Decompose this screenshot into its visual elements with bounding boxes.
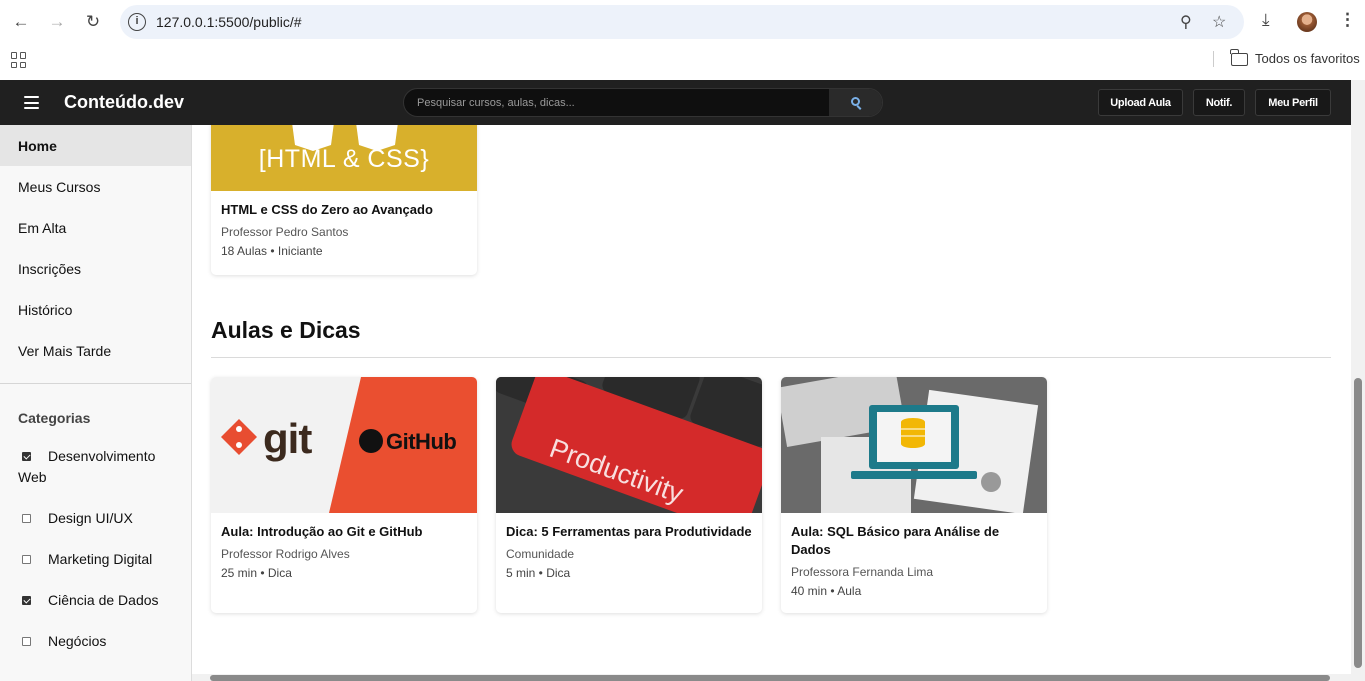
search-button[interactable] xyxy=(829,89,882,116)
category-label: Design UI/UX xyxy=(48,510,133,526)
notifications-button[interactable]: Notif. xyxy=(1193,89,1245,116)
sidebar-item-meus-cursos[interactable]: Meus Cursos xyxy=(0,166,191,207)
category-label: Marketing Digital xyxy=(48,551,153,567)
horizontal-scroll-thumb[interactable] xyxy=(210,675,1330,681)
profile-avatar[interactable] xyxy=(1297,12,1317,32)
category-ciencia-de-dados[interactable]: Ciência de Dados xyxy=(0,590,191,611)
github-logo-text: GitHub xyxy=(386,429,457,454)
sidebar-item-inscricoes[interactable]: Inscrições xyxy=(0,248,191,289)
forward-icon[interactable]: → xyxy=(45,10,69,34)
category-label: Negócios xyxy=(48,633,107,649)
main-content: [HTML & CSS} HTML e CSS do Zero ao Avanç… xyxy=(192,125,1351,681)
reload-icon[interactable]: ↻ xyxy=(81,10,105,34)
card-author: Professor Rodrigo Alves xyxy=(221,547,350,561)
search-bar xyxy=(403,88,883,117)
card-author: Comunidade xyxy=(506,547,575,561)
bookmark-star-icon[interactable]: ☆ xyxy=(1212,12,1226,32)
productivity-thumbnail: Productivity xyxy=(496,377,762,513)
all-bookmarks-label[interactable]: Todos os favoritos xyxy=(1255,51,1360,66)
sidebar: Home Meus Cursos Em Alta Inscrições Hist… xyxy=(0,125,192,681)
card-meta: 25 min • Dica xyxy=(221,566,292,580)
more-menu-icon[interactable]: ⋮ xyxy=(1339,10,1356,30)
url-text[interactable]: 127.0.0.1:5500/public/# xyxy=(156,14,302,30)
profile-button[interactable]: Meu Perfil xyxy=(1255,89,1331,116)
card-title[interactable]: Aula: SQL Básico para Análise de Dados xyxy=(781,523,1047,559)
back-icon[interactable]: ← xyxy=(9,10,33,34)
download-icon[interactable]: ⤓ xyxy=(1262,10,1270,30)
checkbox[interactable] xyxy=(22,555,31,564)
vertical-scrollbar[interactable] xyxy=(1351,80,1365,681)
course-card[interactable]: [HTML & CSS} HTML e CSS do Zero ao Avanç… xyxy=(211,125,477,275)
category-marketing-digital[interactable]: Marketing Digital xyxy=(0,549,191,570)
search-input[interactable] xyxy=(404,89,828,116)
sidebar-item-historico[interactable]: Histórico xyxy=(0,289,191,330)
category-label: Desenvolvimento Web xyxy=(18,448,156,485)
app-header: Conteúdo.dev Upload Aula Notif. Meu Perf… xyxy=(0,80,1351,125)
folder-icon[interactable] xyxy=(1230,49,1248,66)
upload-button[interactable]: Upload Aula xyxy=(1098,89,1183,116)
card-meta: 18 Aulas • Iniciante xyxy=(221,244,323,258)
card-meta: 40 min • Aula xyxy=(791,584,862,598)
database-laptop-illustration xyxy=(781,377,1047,513)
sidebar-item-em-alta[interactable]: Em Alta xyxy=(0,207,191,248)
checkbox-checked[interactable] xyxy=(22,452,31,461)
brand-logo[interactable]: Conteúdo.dev xyxy=(64,92,184,113)
checkbox[interactable] xyxy=(22,514,31,523)
bookmarks-divider xyxy=(1213,51,1214,67)
categories-title: Categorias xyxy=(18,410,91,426)
course-thumbnail: [HTML & CSS} xyxy=(211,125,477,191)
checkbox-checked[interactable] xyxy=(22,596,31,605)
sidebar-item-ver-mais-tarde[interactable]: Ver Mais Tarde xyxy=(0,330,191,371)
card-title[interactable]: HTML e CSS do Zero ao Avançado xyxy=(211,201,477,219)
hamburger-menu-icon[interactable] xyxy=(24,96,39,109)
tip-card-productivity[interactable]: Productivity Dica: 5 Ferramentas para Pr… xyxy=(496,377,762,613)
sidebar-item-home[interactable]: Home xyxy=(0,125,191,166)
zoom-icon[interactable]: ⚲ xyxy=(1180,12,1192,32)
git-thumbnail: git GitHub xyxy=(211,377,477,513)
horizontal-scrollbar[interactable] xyxy=(192,674,1351,681)
browser-toolbar: ← → ↻ i 127.0.0.1:5500/public/# ⚲ ☆ ⤓ ⋮ xyxy=(0,0,1365,44)
card-author: Professor Pedro Santos xyxy=(221,225,349,239)
thumbnail-text: [HTML & CSS} xyxy=(258,145,430,173)
vertical-scroll-thumb[interactable] xyxy=(1354,378,1362,668)
git-logo-text: git xyxy=(263,415,312,462)
tip-card-git[interactable]: git GitHub Aula: Introdução ao Git e Git… xyxy=(211,377,477,613)
section-divider xyxy=(211,357,1331,358)
category-negocios[interactable]: Negócios xyxy=(0,631,191,652)
category-label: Ciência de Dados xyxy=(48,592,159,608)
tip-card-sql[interactable]: Aula: SQL Básico para Análise de Dados P… xyxy=(781,377,1047,613)
checkbox[interactable] xyxy=(22,637,31,646)
address-bar[interactable]: i 127.0.0.1:5500/public/# ⚲ ☆ xyxy=(120,5,1244,39)
search-icon xyxy=(850,97,860,106)
card-meta: 5 min • Dica xyxy=(506,566,571,580)
bookmarks-bar xyxy=(0,44,1365,80)
card-title[interactable]: Dica: 5 Ferramentas para Produtividade xyxy=(496,523,762,541)
sql-thumbnail xyxy=(781,377,1047,513)
card-author: Professora Fernanda Lima xyxy=(791,565,934,579)
category-design-ui-ux[interactable]: Design UI/UX xyxy=(0,508,191,529)
apps-grid-icon[interactable] xyxy=(11,52,27,68)
card-title[interactable]: Aula: Introdução ao Git e GitHub xyxy=(211,523,477,541)
category-desenvolvimento-web[interactable]: Desenvolvimento Web xyxy=(0,446,191,488)
section-title: Aulas e Dicas xyxy=(211,317,361,343)
site-info-icon[interactable]: i xyxy=(128,13,146,31)
